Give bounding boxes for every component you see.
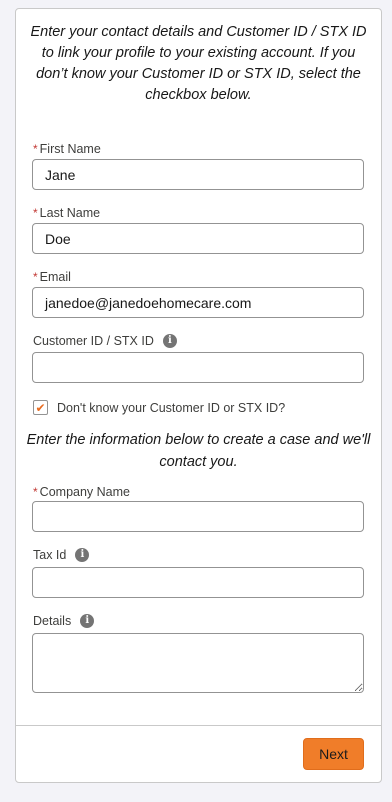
case-instructions: Enter the information below to create a … [26,432,371,470]
tax-id-field[interactable] [32,567,364,598]
customer-id-field[interactable] [32,352,364,383]
intro-text: Enter your contact details and Customer … [30,24,367,103]
tax-id-label-text: Tax Id [33,548,67,562]
last-name-label: * Last Name [33,205,100,221]
customer-id-label-text: Customer ID / STX ID [33,334,154,348]
first-name-label-text: First Name [39,142,101,156]
required-marker: * [33,485,38,499]
required-marker: * [33,142,38,156]
info-icon[interactable]: i [162,334,177,348]
required-marker: * [33,206,38,220]
details-textarea[interactable] [32,633,364,693]
first-name-label: * First Name [33,141,101,157]
dont-know-id-label: Don't know your Customer ID or STX ID? [57,400,286,415]
last-name-label-text: Last Name [39,206,101,220]
customer-id-label: Customer ID / STX ID i [33,333,177,349]
email-label-text: Email [39,270,71,284]
required-marker: * [33,270,38,284]
info-icon[interactable]: i [80,614,95,628]
last-name-field[interactable]: Doe [32,223,364,254]
details-label: Details i [33,613,95,629]
dont-know-id-checkbox[interactable]: ✔ [33,400,48,415]
details-label-text: Details [33,614,72,628]
email-label: * Email [33,269,71,285]
first-name-field[interactable]: Jane [32,159,364,190]
last-name-value: Doe [45,230,71,247]
info-icon[interactable]: i [75,548,90,562]
contact-form-card: Enter your contact details and Customer … [15,8,382,783]
dont-know-id-checkbox-row[interactable]: ✔ Don't know your Customer ID or STX ID? [33,400,285,415]
email-field[interactable]: janedoe@janedoehomecare.com [32,287,364,318]
company-name-label: * Company Name [33,484,130,500]
first-name-value: Jane [45,166,76,183]
footer-divider [16,725,381,726]
company-name-field[interactable] [32,501,364,532]
next-button[interactable]: Next [303,738,364,770]
email-value: janedoe@janedoehomecare.com [45,294,252,311]
tax-id-label: Tax Id i [33,547,90,563]
company-name-label-text: Company Name [39,485,130,499]
checkmark-icon: ✔ [35,400,46,415]
